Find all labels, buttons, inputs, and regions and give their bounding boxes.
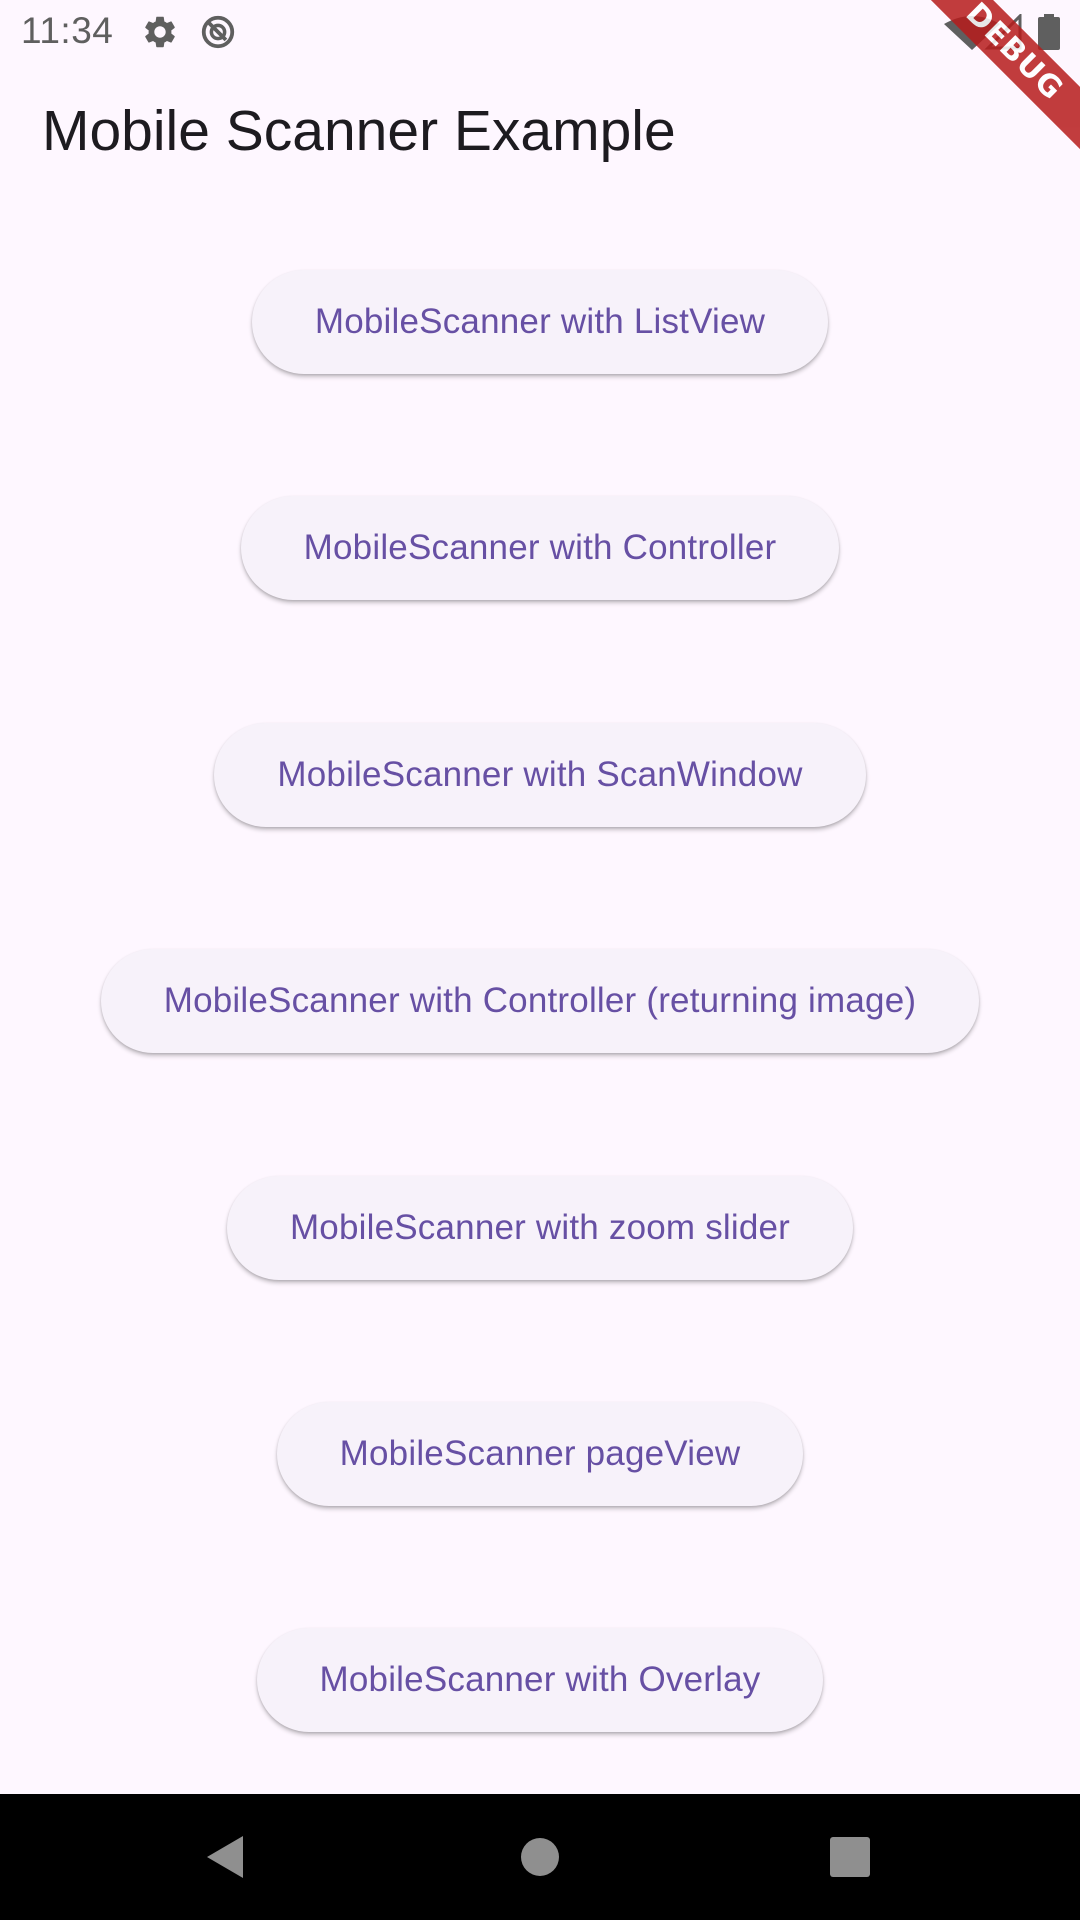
page-title: Mobile Scanner Example [42, 99, 676, 163]
overlay-example-button[interactable]: MobileScanner with Overlay [256, 1628, 824, 1733]
list-item: MobileScanner with Controller (returning… [0, 949, 1080, 1175]
list-item: MobileScanner with ScanWindow [0, 722, 1080, 949]
list-item: MobileScanner with ListView [0, 270, 1080, 496]
controller-example-button[interactable]: MobileScanner with Controller [240, 496, 840, 601]
zoom-slider-example-button[interactable]: MobileScanner with zoom slider [226, 1175, 854, 1280]
scanwindow-example-button[interactable]: MobileScanner with ScanWindow [214, 722, 866, 827]
screen: 11:34 DEBUG Mobile Scanner Example Mobil… [0, 0, 1080, 1920]
list-item: MobileScanner with Controller [0, 496, 1080, 722]
list-item: MobileScanner pageView [0, 1401, 1080, 1628]
recents-icon[interactable] [815, 1822, 885, 1892]
back-icon[interactable] [190, 1822, 260, 1892]
pageview-example-button[interactable]: MobileScanner pageView [276, 1401, 804, 1506]
controller-returning-image-example-button[interactable]: MobileScanner with Controller (returning… [100, 949, 980, 1054]
home-icon[interactable] [505, 1822, 575, 1892]
scanner-example-list: MobileScanner with ListView MobileScanne… [0, 270, 1080, 1855]
battery-icon [1038, 14, 1060, 50]
navigation-bar [0, 1794, 1080, 1920]
status-time: 11:34 [21, 10, 114, 51]
settings-icon [141, 13, 179, 51]
status-bar: 11:34 [0, 0, 1080, 64]
list-item: MobileScanner with zoom slider [0, 1175, 1080, 1402]
listview-example-button[interactable]: MobileScanner with ListView [251, 270, 829, 374]
data-saver-icon [199, 13, 237, 51]
